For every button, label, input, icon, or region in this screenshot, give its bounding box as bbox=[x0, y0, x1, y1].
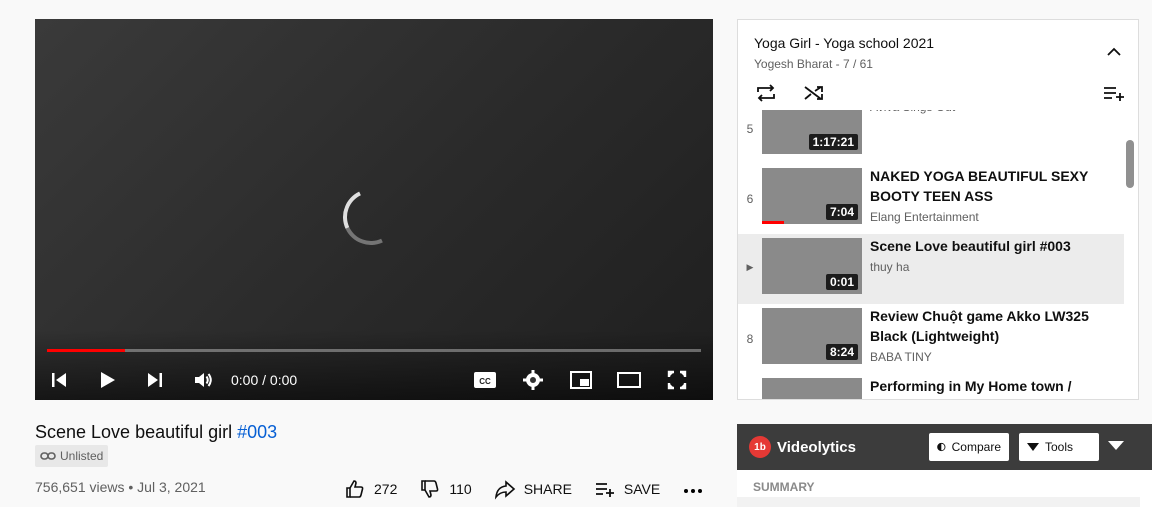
playlist-item-title: Performing in My Home town / NAKED TRAVE… bbox=[870, 378, 1072, 399]
playlist-item-index: ▶ bbox=[746, 262, 754, 272]
playlist-item[interactable]: 5 1:17:21 Aviva Sings Out bbox=[738, 110, 1124, 164]
expand-toggle-icon[interactable] bbox=[1108, 441, 1124, 450]
playlist-item-channel: thuy ha bbox=[870, 260, 910, 274]
playlist-item[interactable]: 9Performing in My Home town / NAKED TRAV… bbox=[738, 374, 1124, 399]
playlist-item-index: 8 bbox=[746, 332, 754, 346]
video-title: Scene Love beautiful girl #003 bbox=[35, 422, 277, 443]
more-icon bbox=[684, 489, 703, 493]
compare-label: Compare bbox=[951, 440, 1001, 454]
play-button[interactable] bbox=[83, 360, 131, 400]
videolytics-logo: 1b bbox=[749, 436, 771, 458]
more-actions-button[interactable] bbox=[682, 478, 712, 500]
compare-button[interactable]: Compare bbox=[929, 433, 1009, 461]
previous-button[interactable] bbox=[35, 360, 83, 400]
video-player[interactable]: 0:00 / 0:00 CC bbox=[35, 19, 713, 400]
theater-icon bbox=[617, 372, 641, 388]
playlist-panel: Yoga Girl - Yoga school 2021 Yogesh Bhar… bbox=[737, 19, 1139, 400]
summary-heading: SUMMARY bbox=[753, 480, 815, 494]
playlist-item-title: NAKED YOGA BEAUTIFUL SEXY BOOTY TEEN ASS bbox=[870, 168, 1089, 204]
videolytics-name: Videolytics bbox=[777, 438, 856, 456]
duration-badge: 7:04 bbox=[825, 204, 858, 220]
view-count-date: 756,651 views • Jul 3, 2021 bbox=[35, 479, 206, 495]
playlist-item[interactable]: ▶ 0:01 Scene Love beautiful girl #003 thuy … bbox=[738, 234, 1124, 304]
fullscreen-button[interactable] bbox=[653, 360, 701, 400]
share-button[interactable]: SHARE bbox=[494, 478, 572, 500]
playlist-item-channel: Elang Entertainment bbox=[870, 210, 979, 224]
playlist-item-thumbnail[interactable]: 1:17:21 bbox=[762, 110, 862, 154]
miniplayer-icon bbox=[570, 371, 592, 389]
playlist-item[interactable]: 8 8:24 Review Chuột game Akko LW325 Black … bbox=[738, 304, 1124, 374]
volume-button[interactable] bbox=[179, 360, 227, 400]
videolytics-widget: 1b Videolytics Compare Tools SUMMARY bbox=[737, 424, 1152, 507]
dislike-count: 110 bbox=[449, 481, 472, 497]
save-button[interactable]: SAVE bbox=[594, 478, 660, 500]
progress-played bbox=[47, 349, 126, 352]
tools-button[interactable]: Tools bbox=[1019, 433, 1099, 461]
playlist-scrollbar[interactable] bbox=[1126, 140, 1134, 188]
dislike-button[interactable]: 110 bbox=[419, 478, 472, 500]
playlist-item-thumbnail[interactable] bbox=[762, 378, 862, 399]
time-display: 0:00 / 0:00 bbox=[231, 372, 298, 388]
thumbs-up-icon bbox=[346, 480, 364, 498]
playlist-item-index: 5 bbox=[746, 122, 754, 136]
duration-badge: 8:24 bbox=[825, 344, 858, 360]
playlist-item-title: Review Chuột game Akko LW325 Black (Ligh… bbox=[870, 308, 1089, 344]
progress-bar[interactable] bbox=[47, 349, 701, 352]
shuffle-icon bbox=[804, 86, 823, 100]
hashtag-link[interactable]: #003 bbox=[237, 422, 277, 442]
save-label: SAVE bbox=[623, 481, 661, 497]
video-actions: 272 110 SHARE SAVE bbox=[344, 478, 734, 500]
link-icon bbox=[40, 452, 56, 460]
like-count: 272 bbox=[374, 481, 398, 497]
unlisted-badge: Unlisted bbox=[35, 445, 109, 467]
next-button[interactable] bbox=[131, 360, 179, 400]
gear-icon bbox=[523, 370, 543, 390]
player-controls: 0:00 / 0:00 CC bbox=[35, 360, 713, 400]
video-title-text: Scene Love beautiful girl bbox=[35, 422, 238, 442]
theater-mode-button[interactable] bbox=[605, 360, 653, 400]
svg-text:CC: CC bbox=[479, 377, 491, 386]
next-icon bbox=[148, 373, 162, 387]
playlist-items: 5 1:17:21 Aviva Sings Out 6 7:04 NAKED YOGA B… bbox=[738, 110, 1124, 399]
playlist-item-title: Scene Love beautiful girl #003 bbox=[870, 238, 1071, 254]
chevron-up-icon bbox=[1107, 47, 1121, 56]
playlist-add-icon bbox=[1104, 87, 1124, 101]
watched-progress bbox=[762, 221, 784, 224]
tools-label: Tools bbox=[1045, 440, 1074, 454]
settings-button[interactable] bbox=[509, 360, 557, 400]
loop-icon bbox=[757, 84, 775, 102]
captions-button[interactable]: CC bbox=[461, 360, 509, 400]
playlist-add-icon bbox=[595, 483, 614, 497]
share-label: SHARE bbox=[523, 481, 572, 497]
playlist-item-thumbnail[interactable]: 8:24 bbox=[762, 308, 862, 364]
playlist-title[interactable]: Yoga Girl - Yoga school 2021 bbox=[754, 35, 934, 51]
videolytics-header: 1b Videolytics Compare Tools bbox=[737, 424, 1152, 470]
previous-icon bbox=[52, 373, 66, 387]
thumbs-down-icon bbox=[421, 480, 439, 498]
collapse-playlist-button[interactable] bbox=[1106, 44, 1122, 62]
compare-icon bbox=[937, 442, 946, 452]
playlist-item-index: 6 bbox=[746, 192, 754, 206]
play-icon bbox=[101, 372, 115, 388]
playlist-item-thumbnail[interactable]: 7:04 bbox=[762, 168, 862, 224]
share-icon bbox=[494, 480, 515, 500]
duration-badge: 0:01 bbox=[825, 274, 858, 290]
playlist-item[interactable]: 6 7:04 NAKED YOGA BEAUTIFUL SEXY BOOTY TEE… bbox=[738, 164, 1124, 234]
playlist-item-thumbnail[interactable]: 0:01 bbox=[762, 238, 862, 294]
shuffle-button[interactable] bbox=[802, 82, 826, 109]
duration-badge: 1:17:21 bbox=[808, 134, 858, 150]
miniplayer-button[interactable] bbox=[557, 360, 605, 400]
volume-icon bbox=[195, 373, 212, 387]
playlist-item-channel: BABA TINY bbox=[870, 350, 932, 364]
playlist-subtitle: Yogesh Bharat - 7 / 61 bbox=[754, 57, 873, 71]
captions-icon: CC bbox=[474, 372, 496, 388]
caret-down-icon bbox=[1027, 443, 1039, 451]
playlist-item-channel: Aviva Sings Out bbox=[870, 110, 1116, 114]
loop-button[interactable] bbox=[754, 82, 778, 109]
save-playlist-button[interactable] bbox=[1102, 82, 1126, 109]
unlisted-label: Unlisted bbox=[60, 449, 104, 463]
like-button[interactable]: 272 bbox=[344, 478, 397, 500]
fullscreen-icon bbox=[667, 370, 687, 390]
summary-divider bbox=[737, 497, 1140, 507]
